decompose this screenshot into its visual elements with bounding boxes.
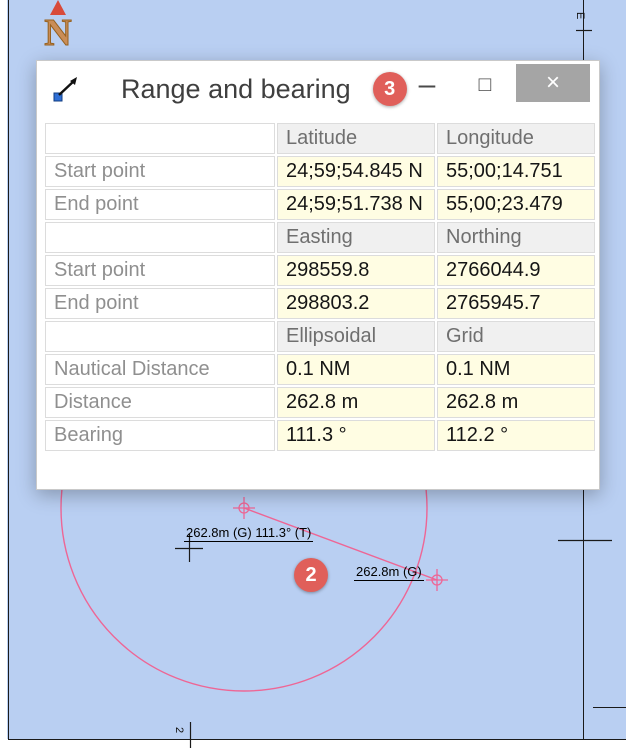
row-label: Nautical Distance [45,354,275,385]
table-cell: 112.2 ° [437,420,595,451]
north-arrow-label: N [37,15,79,51]
table-cell: 0.1 NM [437,354,595,385]
maximize-button[interactable]: □ [471,67,499,103]
annotation-badge-2: 2 [294,558,328,592]
table-row: Distance 262.8 m 262.8 m [45,387,595,418]
measurement-label-distance-bearing: 262.8m (G) 111.3° (T) [184,525,313,542]
edge-label-south: 2 [173,727,185,733]
dialog-title: Range and bearing [121,74,351,105]
table-row: Start point 298559.8 2766044.9 [45,255,595,286]
column-header: Northing [437,222,595,253]
range-bearing-icon [51,74,81,104]
dialog-titlebar[interactable]: Range and bearing 3 – □ × [37,61,599,117]
app-screen: N E 2 262.8m (G) 111.3° (T) 262.8m (G) 2… [0,0,626,748]
row-label: Distance [45,387,275,418]
row-label: Start point [45,156,275,187]
table-row: Easting Northing [45,222,595,253]
minimize-button[interactable]: – [413,67,441,103]
annotation-badge-3: 3 [373,72,407,106]
header-spacer [45,321,275,352]
header-spacer [45,123,275,154]
table-cell: 55;00;14.751 [437,156,595,187]
table-row: End point 298803.2 2765945.7 [45,288,595,319]
column-header: Easting [277,222,435,253]
edge-label-east: E [574,12,586,19]
table-row: Ellipsoidal Grid [45,321,595,352]
table-cell: 24;59;54.845 N [277,156,435,187]
row-label: Bearing [45,420,275,451]
table-row: Latitude Longitude [45,123,595,154]
column-header: Ellipsoidal [277,321,435,352]
table-cell: 0.1 NM [277,354,435,385]
table-cell: 55;00;23.479 [437,189,595,220]
table-cell: 2765945.7 [437,288,595,319]
north-arrow-icon: N [37,0,79,51]
table-row: Start point 24;59;54.845 N 55;00;14.751 [45,156,595,187]
column-header: Grid [437,321,595,352]
measurement-label-distance: 262.8m (G) [354,564,424,581]
table-row: End point 24;59;51.738 N 55;00;23.479 [45,189,595,220]
table-cell: 262.8 m [277,387,435,418]
header-spacer [45,222,275,253]
table-cell: 298559.8 [277,255,435,286]
table-cell: 298803.2 [277,288,435,319]
column-header: Longitude [437,123,595,154]
close-button[interactable]: × [516,64,590,102]
range-bearing-table: Latitude Longitude Start point 24;59;54.… [43,121,597,453]
row-label: Start point [45,255,275,286]
column-header: Latitude [277,123,435,154]
table-row: Nautical Distance 0.1 NM 0.1 NM [45,354,595,385]
row-label: End point [45,189,275,220]
table-cell: 2766044.9 [437,255,595,286]
row-label: End point [45,288,275,319]
table-cell: 262.8 m [437,387,595,418]
table-cell: 24;59;51.738 N [277,189,435,220]
table-cell: 111.3 ° [277,420,435,451]
table-row: Bearing 111.3 ° 112.2 ° [45,420,595,451]
range-bearing-dialog: Range and bearing 3 – □ × Latitude Longi… [36,60,600,490]
